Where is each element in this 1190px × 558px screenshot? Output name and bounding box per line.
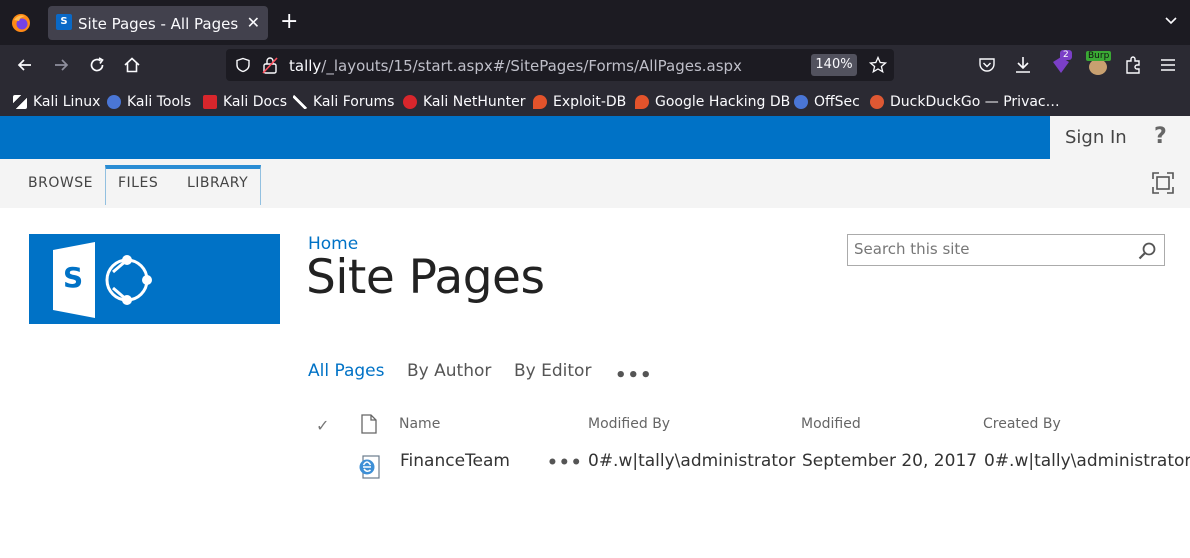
bookmark-offsec[interactable]: OffSec: [794, 92, 860, 112]
exploit-db-icon: [533, 95, 547, 109]
row-modified-by[interactable]: 0#.w|tally\administrator: [588, 451, 795, 471]
browser-tab-bar: S Site Pages - All Pages ✕ +: [0, 0, 1190, 45]
bookmark-label: Google Hacking DB: [655, 94, 791, 110]
tab-close-icon[interactable]: ✕: [247, 13, 260, 32]
column-header-name[interactable]: Name: [399, 416, 440, 432]
column-header-modified-by[interactable]: Modified By: [588, 416, 670, 432]
insecure-lock-icon[interactable]: [262, 56, 278, 74]
downloads-icon[interactable]: [1014, 55, 1032, 75]
row-name-link[interactable]: FinanceTeam: [400, 451, 510, 471]
extension-badge-icon[interactable]: 2: [1050, 50, 1072, 76]
bookmark-kali-tools[interactable]: Kali Tools: [107, 92, 191, 112]
bookmark-star-icon[interactable]: [869, 56, 887, 74]
sharepoint-favicon-icon: S: [56, 14, 72, 30]
views-more-button[interactable]: •••: [615, 365, 653, 386]
chevron-down-icon[interactable]: [1164, 14, 1178, 28]
offsec-icon: [794, 95, 808, 109]
sharepoint-logo[interactable]: S: [29, 234, 280, 324]
focus-on-content-icon[interactable]: [1151, 171, 1175, 195]
burp-label: Burp: [1086, 51, 1112, 61]
page-title: Site Pages: [306, 250, 545, 305]
kali-dragon-icon: [13, 95, 27, 109]
reload-icon[interactable]: [87, 55, 107, 75]
search-box: [847, 234, 1165, 266]
burp-extension-icon[interactable]: Burp: [1086, 51, 1112, 77]
kali-docs-icon: [203, 95, 217, 109]
url-path: /_layouts/15/start.aspx#/SitePages/Forms…: [321, 57, 742, 75]
back-arrow-icon[interactable]: [15, 55, 35, 75]
signin-area: Sign In ?: [1050, 116, 1190, 159]
view-by-author[interactable]: By Author: [407, 361, 491, 381]
bookmark-duckduckgo[interactable]: DuckDuckGo — Privac…: [870, 92, 1060, 112]
search-icon[interactable]: [1137, 241, 1157, 261]
bookmark-label: Kali Forums: [313, 94, 395, 110]
tab-library[interactable]: LIBRARY: [187, 175, 248, 191]
pocket-icon[interactable]: [978, 56, 996, 74]
shield-icon[interactable]: [235, 57, 251, 73]
bookmark-kali-forums[interactable]: Kali Forums: [293, 92, 394, 112]
kali-tools-icon: [107, 95, 121, 109]
new-tab-button[interactable]: +: [280, 10, 298, 34]
column-header-modified[interactable]: Modified: [801, 416, 861, 432]
tab-files[interactable]: FILES: [118, 175, 158, 191]
forward-arrow-icon[interactable]: [51, 55, 71, 75]
bookmark-label: Kali Docs: [223, 94, 288, 110]
bookmark-label: Kali NetHunter: [423, 94, 526, 110]
ribbon: BROWSE FILES LIBRARY: [0, 159, 1190, 208]
duckduckgo-icon: [870, 95, 884, 109]
browser-nav-bar: tally/_layouts/15/start.aspx#/SitePages/…: [0, 45, 1190, 86]
tab-browse[interactable]: BROWSE: [28, 175, 93, 191]
bookmark-label: DuckDuckGo — Privac…: [890, 94, 1060, 110]
hamburger-menu-icon[interactable]: [1159, 57, 1177, 73]
zoom-level-button[interactable]: 140%: [811, 54, 857, 76]
kali-forums-icon: [293, 95, 307, 109]
ghdb-icon: [635, 95, 649, 109]
bookmark-kali-linux[interactable]: Kali Linux: [13, 92, 100, 112]
burp-face-icon: [1089, 59, 1107, 75]
extensions-puzzle-icon[interactable]: [1123, 55, 1143, 75]
nethunter-icon: [403, 95, 417, 109]
tab-site-pages[interactable]: S Site Pages - All Pages ✕: [48, 6, 268, 40]
bookmark-google-hacking-db[interactable]: Google Hacking DB: [635, 92, 790, 112]
url-host: tally: [289, 57, 322, 75]
sharepoint-logo-letter: S: [63, 261, 84, 294]
extension-count-badge: 2: [1060, 50, 1072, 60]
bookmark-label: Kali Linux: [33, 94, 101, 110]
column-header-created-by[interactable]: Created By: [983, 416, 1061, 432]
view-all-pages[interactable]: All Pages: [308, 361, 385, 381]
tab-title: Site Pages - All Pages: [78, 15, 239, 33]
row-modified: September 20, 2017: [802, 451, 978, 471]
firefox-icon[interactable]: [10, 12, 32, 34]
help-icon[interactable]: ?: [1154, 124, 1167, 149]
suite-bar: Sign In ?: [0, 116, 1190, 159]
url-text[interactable]: tally/_layouts/15/start.aspx#/SitePages/…: [289, 57, 742, 75]
select-all-check-icon[interactable]: ✓: [316, 416, 329, 435]
bookmark-label: OffSec: [814, 94, 860, 110]
view-by-editor[interactable]: By Editor: [514, 361, 591, 381]
row-created-by[interactable]: 0#.w|tally\administrator: [984, 451, 1190, 471]
home-icon[interactable]: [122, 55, 142, 75]
bookmark-kali-docs[interactable]: Kali Docs: [203, 92, 287, 112]
bookmarks-toolbar: Kali Linux Kali Tools Kali Docs Kali For…: [0, 86, 1190, 116]
search-input[interactable]: [854, 238, 1134, 260]
url-bar[interactable]: tally/_layouts/15/start.aspx#/SitePages/…: [226, 49, 894, 81]
bookmark-label: Kali Tools: [127, 94, 192, 110]
row-ellipsis-button[interactable]: •••: [547, 453, 583, 473]
bookmark-label: Exploit-DB: [553, 94, 627, 110]
document-type-icon: [361, 414, 377, 434]
bookmark-kali-nethunter[interactable]: Kali NetHunter: [403, 92, 525, 112]
aspx-page-icon: [359, 455, 380, 479]
sign-in-link[interactable]: Sign In: [1065, 127, 1127, 148]
bookmark-exploit-db[interactable]: Exploit-DB: [533, 92, 626, 112]
